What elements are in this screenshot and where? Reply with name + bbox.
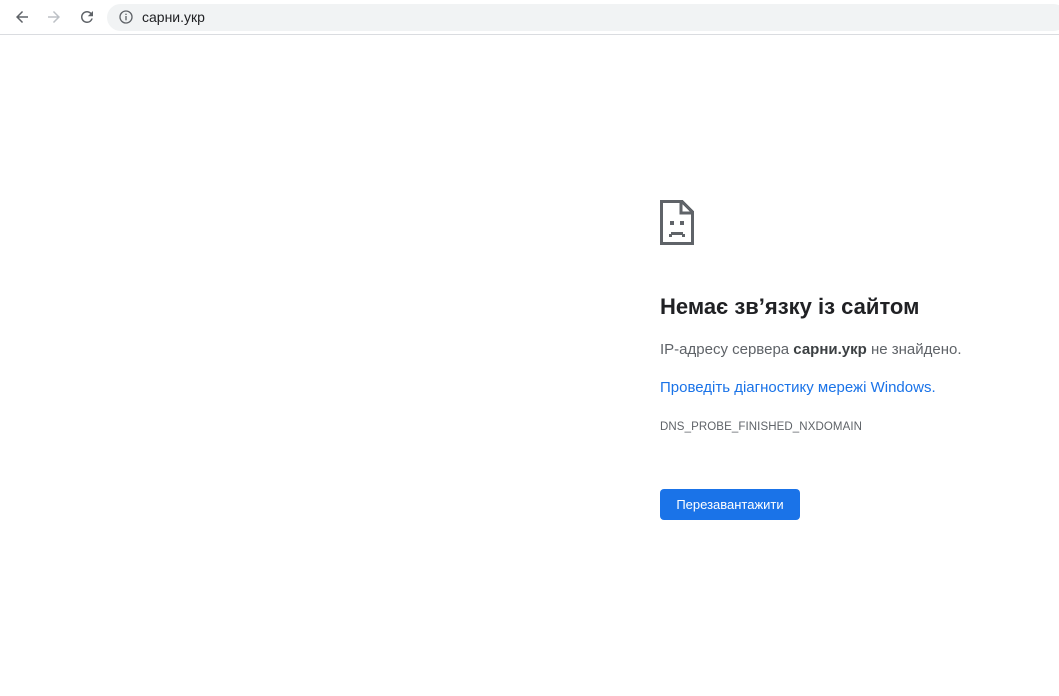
arrow-forward-icon bbox=[48, 11, 60, 23]
browser-toolbar: сарни.укр bbox=[0, 0, 1059, 35]
error-message-prefix: IP-адресу сервера bbox=[660, 341, 794, 358]
error-message: IP-адресу сервера сарни.укр не знайдено. bbox=[660, 341, 962, 359]
diagnostics-link[interactable]: Проведіть діагностику мережі Windows. bbox=[660, 379, 936, 397]
error-code: DNS_PROBE_FINISHED_NXDOMAIN bbox=[660, 421, 863, 433]
back-button[interactable] bbox=[9, 4, 35, 30]
sad-page-icon bbox=[660, 200, 694, 245]
forward-button[interactable] bbox=[41, 4, 67, 30]
reload-page-button[interactable] bbox=[74, 4, 100, 30]
info-icon[interactable] bbox=[118, 9, 134, 25]
error-title: Немає зв’язку із сайтом bbox=[660, 294, 920, 319]
arrow-back-icon bbox=[16, 11, 28, 23]
error-message-suffix: не знайдено. bbox=[866, 341, 962, 358]
reload-button[interactable]: Перезавантажити bbox=[660, 489, 800, 520]
error-host: сарни.укр bbox=[793, 341, 867, 358]
reload-icon bbox=[81, 10, 93, 23]
address-bar[interactable]: сарни.укр bbox=[107, 4, 1059, 31]
url-text[interactable]: сарни.укр bbox=[142, 9, 205, 26]
